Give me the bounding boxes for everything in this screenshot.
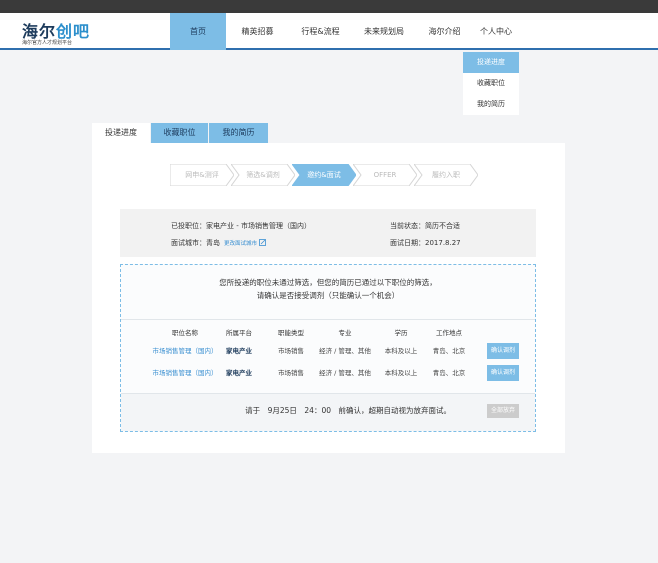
row-position-link[interactable]: 市场销售管理（国内） — [143, 341, 227, 361]
edit-icon[interactable] — [259, 239, 266, 246]
deadline-text: 请于 9月25日 24：00 前确认，超期自动视为放弃面试。 — [245, 406, 451, 415]
reassign-box: 您所投递的职位未通过筛选，但您的简历已通过以下职位的筛选， 请确认是否接受调剂（… — [120, 264, 536, 432]
nav-home[interactable]: 首页 — [170, 13, 226, 50]
row-position-link[interactable]: 市场销售管理（国内） — [143, 363, 227, 383]
step-offer: OFFER — [353, 164, 417, 186]
nav-schedule-process[interactable]: 行程&流程 — [289, 13, 352, 50]
application-info: 已投职位：家电产业 - 市场销售管理（国内） 当前状态：简历不合适 面试城市：青… — [120, 209, 536, 257]
dropdown-item-progress[interactable]: 投递进度 — [463, 52, 519, 73]
row-major: 经济 / 管理、其他 — [319, 369, 371, 377]
interview-date: 面试日期：2017.8.27 — [390, 239, 461, 247]
row-education: 本科及以上 — [384, 369, 418, 377]
nav-elite-recruit[interactable]: 精英招募 — [226, 13, 289, 50]
give-up-all-button[interactable]: 全部放弃 — [487, 404, 519, 418]
row-function: 市场销售 — [278, 369, 304, 377]
row-function: 市场销售 — [278, 347, 304, 355]
col-location: 工作地点 — [436, 329, 462, 337]
col-education: 学历 — [394, 329, 408, 337]
nav-future-planning[interactable]: 未来规划局 — [352, 13, 416, 50]
logo-tagline: 海尔官方人才规划平台 — [22, 40, 73, 46]
col-position: 职位名称 — [172, 329, 198, 337]
confirm-reassign-button[interactable]: 确认调剂 — [487, 365, 519, 381]
col-function: 职能类型 — [278, 329, 304, 337]
dropdown-item-favorites[interactable]: 收藏职位 — [463, 73, 519, 94]
dropdown-item-resume[interactable]: 我的简历 — [463, 94, 519, 115]
step-screen-adjust: 筛选&调剂 — [231, 164, 295, 186]
main-nav: 首页 精英招募 行程&流程 未来规划局 海尔介绍 个人中心 — [170, 13, 519, 50]
content-tabs: 投递进度 收藏职位 我的简历 — [92, 123, 268, 143]
step-onboard: 履约入职 — [414, 164, 478, 186]
personal-center-dropdown: 投递进度 收藏职位 我的简历 — [463, 52, 519, 115]
tab-resume[interactable]: 我的简历 — [209, 123, 268, 143]
step-invite-interview: 邀约&面试 — [292, 164, 356, 186]
progress-steps: 网申&测评 筛选&调剂 邀约&面试 OFFER 履约入职 — [170, 164, 490, 186]
row-location: 青岛、北京 — [432, 347, 466, 355]
change-city-link[interactable]: 更改面试城市 — [224, 241, 257, 247]
row-platform: 家电产业 — [226, 347, 252, 355]
row-education: 本科及以上 — [384, 347, 418, 355]
progress-panel: 网申&测评 筛选&调剂 邀约&面试 OFFER 履约入职 已投职位：家电产业 -… — [92, 143, 565, 453]
row-major: 经济 / 管理、其他 — [319, 347, 371, 355]
top-bar — [0, 0, 658, 13]
row-platform: 家电产业 — [226, 369, 252, 377]
row-location: 青岛、北京 — [432, 369, 466, 377]
site-header: 海尔创吧 海尔官方人才规划平台 首页 精英招募 行程&流程 未来规划局 海尔介绍… — [0, 13, 658, 50]
reassign-message: 您所投递的职位未通过筛选，但您的简历已通过以下职位的筛选， 请确认是否接受调剂（… — [219, 278, 437, 300]
haier-logo[interactable]: 海尔创吧 海尔官方人才规划平台 — [22, 18, 102, 46]
table-row: 市场销售管理（国内） 家电产业 市场销售 经济 / 管理、其他 本科及以上 青岛… — [121, 363, 535, 383]
col-platform: 所属平台 — [226, 329, 252, 337]
applied-position: 已投职位：家电产业 - 市场销售管理（国内） — [171, 222, 311, 230]
interview-city: 面试城市：青岛 更改面试城市 — [171, 238, 266, 248]
confirm-reassign-button[interactable]: 确认调剂 — [487, 343, 519, 359]
tab-favorites[interactable]: 收藏职位 — [151, 123, 208, 143]
nav-haier-intro[interactable]: 海尔介绍 — [416, 13, 473, 50]
step-apply-test: 网申&测评 — [170, 164, 234, 186]
table-row: 市场销售管理（国内） 家电产业 市场销售 经济 / 管理、其他 本科及以上 青岛… — [121, 341, 535, 361]
table-header: 职位名称 所属平台 职能类型 专业 学历 工作地点 — [121, 319, 535, 341]
nav-personal-center[interactable]: 个人中心 — [473, 13, 519, 50]
col-major: 专业 — [338, 329, 352, 337]
current-status: 当前状态：简历不合适 — [390, 222, 460, 230]
deadline-bar: 请于 9月25日 24：00 前确认，超期自动视为放弃面试。 全部放弃 — [121, 393, 535, 431]
tab-progress[interactable]: 投递进度 — [92, 123, 150, 143]
